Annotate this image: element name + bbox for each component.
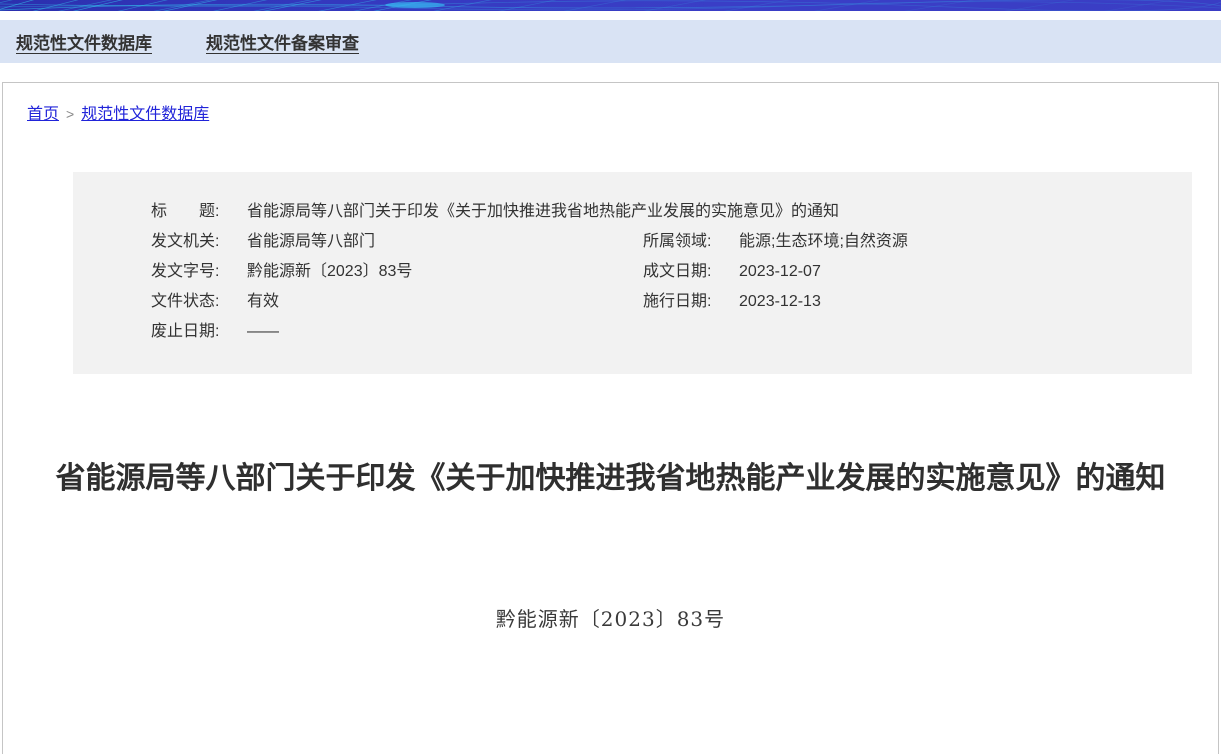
- metadata-value-document-number: 黔能源新〔2023〕83号: [247, 257, 412, 287]
- breadcrumb: 首页 > 规范性文件数据库: [3, 83, 1218, 126]
- decorative-banner: [0, 0, 1221, 11]
- metadata-value-title: 省能源局等八部门关于印发《关于加快推进我省地热能产业发展的实施意见》的通知: [247, 197, 839, 227]
- document-reference-number: 黔能源新〔2023〕83号: [3, 603, 1218, 632]
- document-title: 省能源局等八部门关于印发《关于加快推进我省地热能产业发展的实施意见》的通知: [37, 452, 1184, 505]
- primary-nav: 规范性文件数据库 规范性文件备案审查: [0, 20, 1221, 63]
- metadata-label-issuing-authority: 发文机关:: [151, 227, 231, 257]
- metadata-label-status: 文件状态:: [151, 287, 231, 317]
- metadata-value-repeal-date: ——: [247, 317, 279, 347]
- tab-normative-documents-database[interactable]: 规范性文件数据库: [16, 29, 152, 54]
- document-metadata-panel: 标 题: 省能源局等八部门关于印发《关于加快推进我省地热能产业发展的实施意见》的…: [73, 172, 1192, 374]
- tab-normative-documents-filing-review[interactable]: 规范性文件备案审查: [206, 29, 359, 54]
- metadata-row-document-number: 发文字号: 黔能源新〔2023〕83号 成文日期: 2023-12-07: [151, 257, 1172, 287]
- banner-fade-overlay: [0, 0, 1221, 11]
- metadata-value-effective-date: 2023-12-13: [739, 287, 821, 317]
- metadata-label-document-number: 发文字号:: [151, 257, 231, 287]
- metadata-value-issue-date: 2023-12-07: [739, 257, 821, 287]
- breadcrumb-home-link[interactable]: 首页: [27, 106, 59, 123]
- metadata-label-repeal-date: 废止日期:: [151, 317, 231, 347]
- metadata-row-title: 标 题: 省能源局等八部门关于印发《关于加快推进我省地热能产业发展的实施意见》的…: [151, 197, 1172, 227]
- metadata-row-status: 文件状态: 有效 施行日期: 2023-12-13: [151, 287, 1172, 317]
- breadcrumb-separator-icon: >: [66, 106, 74, 122]
- metadata-value-field: 能源;生态环境;自然资源: [739, 227, 908, 257]
- metadata-row-repeal-date: 废止日期: ——: [151, 317, 1172, 347]
- breadcrumb-database-link[interactable]: 规范性文件数据库: [81, 106, 209, 123]
- metadata-value-issuing-authority: 省能源局等八部门: [247, 227, 375, 257]
- metadata-label-issue-date: 成文日期:: [643, 257, 723, 287]
- metadata-label-title: 标 题:: [151, 197, 231, 227]
- metadata-value-status: 有效: [247, 287, 279, 317]
- metadata-label-field: 所属领域:: [643, 227, 723, 257]
- metadata-row-issuing-authority: 发文机关: 省能源局等八部门 所属领域: 能源;生态环境;自然资源: [151, 227, 1172, 257]
- metadata-label-effective-date: 施行日期:: [643, 287, 723, 317]
- main-content-panel: 首页 > 规范性文件数据库 标 题: 省能源局等八部门关于印发《关于加快推进我省地热…: [2, 82, 1219, 754]
